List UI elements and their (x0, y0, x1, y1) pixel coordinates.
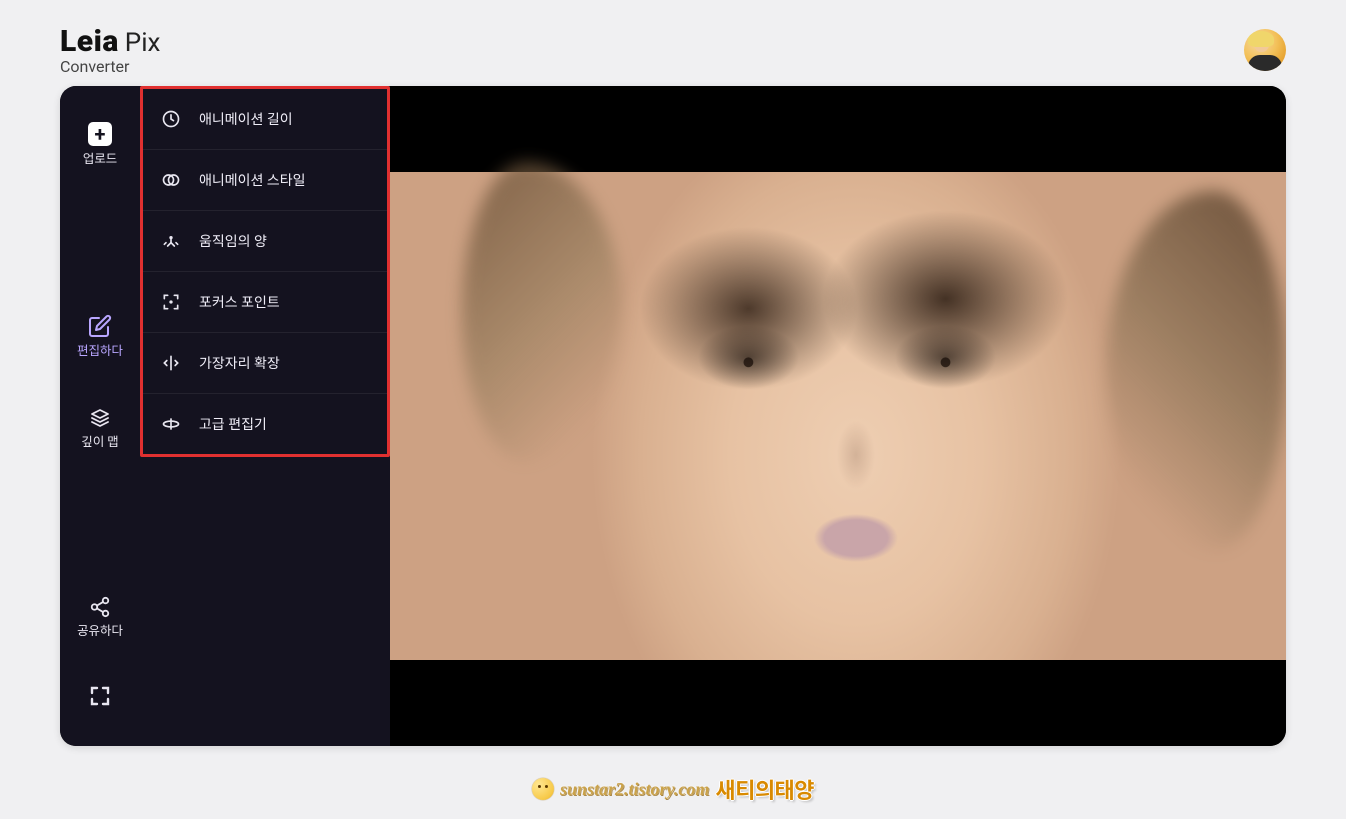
share-icon (89, 596, 111, 618)
logo[interactable]: Leia Pix Converter (60, 24, 160, 76)
edge-icon (161, 353, 181, 373)
clock-icon (161, 109, 181, 129)
submenu-item-label: 움직임의 양 (199, 231, 267, 251)
watermark: sunstar2.tistory.com 새티의태양 (532, 773, 814, 805)
sidebar-item-upload[interactable]: + 업로드 (60, 114, 140, 176)
logo-suffix: Pix (125, 28, 161, 58)
sidebar-item-fullscreen[interactable] (60, 676, 140, 716)
submenu-item-label: 포커스 포인트 (199, 292, 280, 312)
motion-icon (161, 231, 181, 251)
wink-emoji-icon (532, 778, 554, 800)
upload-icon: + (88, 122, 112, 146)
sidebar: + 업로드 편집하다 깊 (60, 86, 140, 746)
preview-area[interactable] (390, 86, 1286, 746)
logo-subtitle: Converter (60, 57, 160, 76)
sidebar-depth-label: 깊이 맵 (75, 435, 125, 451)
focus-icon (161, 292, 181, 312)
sidebar-item-depth[interactable]: 깊이 맵 (60, 397, 140, 459)
submenu-item-animation-length[interactable]: 애니메이션 길이 (143, 89, 387, 150)
submenu-item-label: 고급 편집기 (199, 414, 267, 434)
submenu-item-advanced-editor[interactable]: 고급 편집기 (143, 394, 387, 454)
submenu-item-animation-style[interactable]: 애니메이션 스타일 (143, 150, 387, 211)
submenu-item-label: 애니메이션 스타일 (199, 170, 306, 190)
submenu-item-focus-point[interactable]: 포커스 포인트 (143, 272, 387, 333)
edit-icon (88, 314, 112, 338)
logo-main: Leia (60, 24, 119, 59)
watermark-url: sunstar2.tistory.com (560, 779, 709, 800)
depth-icon (88, 405, 112, 429)
sidebar-share-label: 공유하다 (71, 624, 129, 640)
advanced-icon (161, 414, 181, 434)
sidebar-edit-label: 편집하다 (71, 344, 129, 360)
user-avatar[interactable] (1244, 29, 1286, 71)
sidebar-item-edit[interactable]: 편집하다 (60, 306, 140, 368)
submenu-list: 애니메이션 길이 애니메이션 스타일 움직임의 양 (140, 86, 390, 457)
app-header: Leia Pix Converter (0, 0, 1346, 86)
preview-image (390, 172, 1286, 660)
submenu-item-label: 가장자리 확장 (199, 353, 280, 373)
watermark-name: 새티의태양 (715, 773, 814, 805)
workspace: + 업로드 편집하다 깊 (60, 86, 1286, 746)
edit-submenu: 애니메이션 길이 애니메이션 스타일 움직임의 양 (140, 86, 390, 746)
fullscreen-icon (88, 684, 112, 708)
submenu-item-motion-amount[interactable]: 움직임의 양 (143, 211, 387, 272)
submenu-item-edge-dilation[interactable]: 가장자리 확장 (143, 333, 387, 394)
style-icon (161, 170, 181, 190)
submenu-item-label: 애니메이션 길이 (199, 109, 293, 129)
sidebar-item-share[interactable]: 공유하다 (60, 588, 140, 648)
sidebar-upload-label: 업로드 (77, 152, 124, 168)
